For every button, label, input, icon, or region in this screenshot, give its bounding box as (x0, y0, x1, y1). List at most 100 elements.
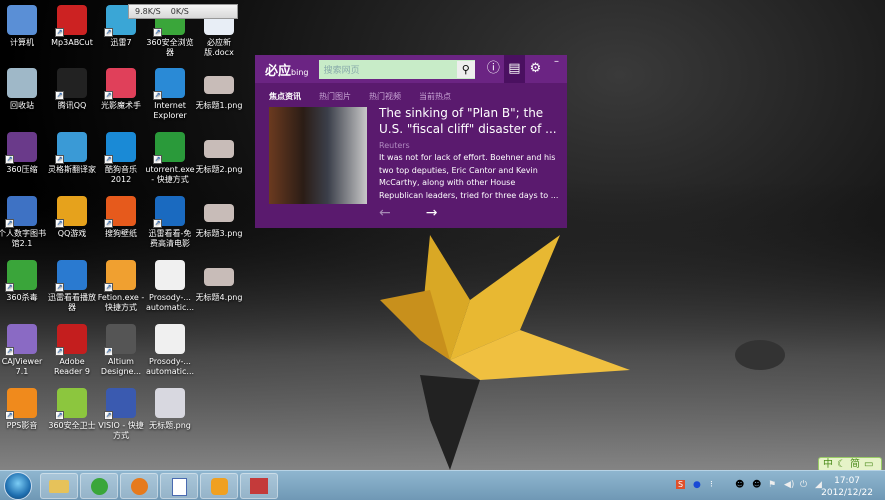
shortcut-arrow-icon: ↗ (104, 283, 113, 292)
desktop-icon[interactable]: 无标题3.png (194, 196, 244, 239)
info-icon[interactable]: ⓘ (483, 55, 504, 83)
minimize-button[interactable]: – (546, 55, 567, 83)
desktop-icon[interactable]: 回收站 (0, 68, 47, 111)
desktop-icon-label: 360杀毒 (6, 293, 38, 302)
tab-focus-news[interactable]: 焦点资讯 (269, 91, 301, 102)
desktop-icon[interactable]: 计算机 (0, 5, 47, 48)
desktop-icon-label: 回收站 (10, 101, 34, 110)
desktop-icon[interactable]: ↗ 个人数字图书馆2.1 (0, 196, 47, 249)
search-input[interactable]: 搜索网页 ⚲ (318, 59, 475, 79)
app-icon: ↗ (104, 388, 136, 420)
qq-icon-2[interactable]: ☻ (752, 480, 761, 490)
desktop-icon[interactable]: ↗ 360压缩 (0, 132, 47, 175)
search-icon[interactable]: ⚲ (456, 60, 475, 78)
desktop-icon[interactable]: ↗ Adobe Reader 9 (47, 324, 97, 377)
desktop-icon[interactable]: ↗ 360杀毒 (0, 260, 47, 303)
desktop-icon[interactable]: 无标题1.png (194, 68, 244, 111)
app-icon: ↗ (104, 196, 136, 228)
desktop-icon[interactable]: ↗ Fetion.exe - 快捷方式 (96, 260, 146, 313)
sogou-ime-icon[interactable]: S (676, 480, 686, 489)
desktop-icon-label: 迅雷看看播放器 (48, 293, 96, 312)
360-browser-button[interactable] (80, 473, 118, 499)
download-speed: 9.8K/S (135, 7, 161, 16)
desktop-icon[interactable]: ↗ 光影魔术手 (96, 68, 146, 111)
shortcut-arrow-icon: ↗ (5, 155, 14, 164)
next-arrow-icon[interactable]: → (426, 205, 438, 221)
desktop-icon[interactable]: ↗ 迅雷看看-免费高清电影 (145, 196, 195, 249)
bing-desktop-button[interactable] (200, 473, 238, 499)
app-icon: ↗ (104, 260, 136, 292)
shortcut-arrow-icon: ↗ (55, 91, 64, 100)
desktop-icon[interactable]: 无标题.png (145, 388, 195, 431)
desktop-icon[interactable]: ↗ 酷狗音乐2012 (96, 132, 146, 185)
folder-icon (49, 480, 69, 493)
app-icon (155, 260, 185, 290)
desktop-icon[interactable]: ↗ Mp3ABCut (47, 5, 97, 48)
desktop-icon[interactable]: ↗ utorrent.exe - 快捷方式 (145, 132, 195, 185)
word-document-button[interactable] (160, 473, 198, 499)
bing-desktop-panel: 必应bing 搜索网页 ⚲ ⓘ ▤ ⚙ – 焦点资讯 热门图片 热门视频 当前热点… (255, 55, 567, 228)
show-hidden-icons[interactable]: ⁝ (710, 480, 713, 490)
desktop-icon[interactable]: ↗ VISIO - 快捷方式 (96, 388, 146, 441)
desktop-icon[interactable]: ↗ QQ游戏 (47, 196, 97, 239)
app-icon: ↗ (5, 132, 37, 164)
volume-icon[interactable]: ◀) (784, 480, 794, 490)
tab-hot-images[interactable]: 热门图片 (319, 91, 351, 102)
shortcut-arrow-icon: ↗ (5, 347, 14, 356)
desktop-icon[interactable]: ↗ CAJViewer 7.1 (0, 324, 47, 377)
media-player-button[interactable] (120, 473, 158, 499)
desktop-icon[interactable]: ↗ 灵格斯翻译家 (47, 132, 97, 175)
desktop-icon-label: PPS影音 (6, 421, 38, 430)
desktop-icon[interactable]: ↗ 360安全卫士 (47, 388, 97, 431)
desktop-icon[interactable]: 无标题2.png (194, 132, 244, 175)
desktop-icon-label: 无标题4.png (195, 293, 243, 302)
start-button[interactable] (4, 472, 32, 500)
shortcut-arrow-icon: ↗ (104, 411, 113, 420)
desktop-icon[interactable]: Prosody-... automatic... (145, 324, 195, 377)
app-icon (155, 388, 185, 418)
desktop-icon[interactable]: ↗ 迅雷看看播放器 (47, 260, 97, 313)
tab-trending[interactable]: 当前热点 (419, 91, 451, 102)
desktop-icon[interactable]: ↗ 搜狗壁纸 (96, 196, 146, 239)
windows-explorer-button[interactable] (40, 473, 78, 499)
desktop-icon-label: 酷狗音乐2012 (105, 165, 137, 184)
desktop-icon-label: utorrent.exe - 快捷方式 (145, 165, 195, 184)
desktop-icon-label: 光影魔术手 (101, 101, 141, 110)
clock-date: 2012/12/22 (821, 488, 873, 498)
shortcut-arrow-icon: ↗ (104, 219, 113, 228)
app-icon (155, 324, 185, 354)
shortcut-arrow-icon: ↗ (5, 283, 14, 292)
image-viewer-button[interactable] (240, 473, 278, 499)
desktop-icon-label: 迅雷7 (110, 38, 132, 47)
tab-hot-videos[interactable]: 热门视频 (369, 91, 401, 102)
qq-icon[interactable]: ☻ (735, 480, 744, 490)
help-icon[interactable]: ● (693, 480, 701, 490)
desktop-icon[interactable]: ↗ 腾讯QQ (47, 68, 97, 111)
article-title[interactable]: The sinking of "Plan B"; the U.S. "fisca… (379, 105, 559, 137)
shortcut-arrow-icon: ↗ (5, 411, 14, 420)
action-center-flag-icon[interactable]: ⚑ (768, 480, 776, 490)
shortcut-arrow-icon: ↗ (55, 155, 64, 164)
desktop-icon[interactable]: 无标题4.png (194, 260, 244, 303)
bing-logo: 必应bing (265, 63, 309, 79)
shortcut-arrow-icon: ↗ (104, 347, 113, 356)
desktop-icon-label: 无标题3.png (195, 229, 243, 238)
article-source: Reuters (379, 141, 410, 150)
desktop-icon[interactable]: ↗ PPS影音 (0, 388, 47, 431)
prev-arrow-icon[interactable]: ← (379, 205, 391, 221)
desktop-icon[interactable]: Prosody-... automatic... (145, 260, 195, 313)
shortcut-arrow-icon: ↗ (104, 91, 113, 100)
gear-icon[interactable]: ⚙ (525, 55, 546, 83)
news-icon[interactable]: ▤ (503, 55, 525, 83)
clock[interactable]: 17:07 2012/12/22 (821, 475, 873, 499)
power-icon[interactable]: ⏻ (800, 480, 807, 490)
desktop-icon-label: CAJViewer 7.1 (1, 357, 43, 376)
desktop-icon-label: Prosody-... automatic... (145, 357, 195, 376)
desktop-icon[interactable]: ↗ Internet Explorer (145, 68, 195, 121)
news-photo[interactable] (269, 107, 367, 204)
taskbar: S ● ⁝ ☻ ☻ ⚑ ◀) ⏻ ◢ 17:07 2012/12/22 (0, 470, 885, 500)
desktop-icon[interactable]: ↗ Altium Designe... (96, 324, 146, 377)
search-placeholder: 搜索网页 (323, 65, 360, 76)
360-browser-icon (90, 478, 108, 495)
media-player-icon (130, 478, 148, 495)
